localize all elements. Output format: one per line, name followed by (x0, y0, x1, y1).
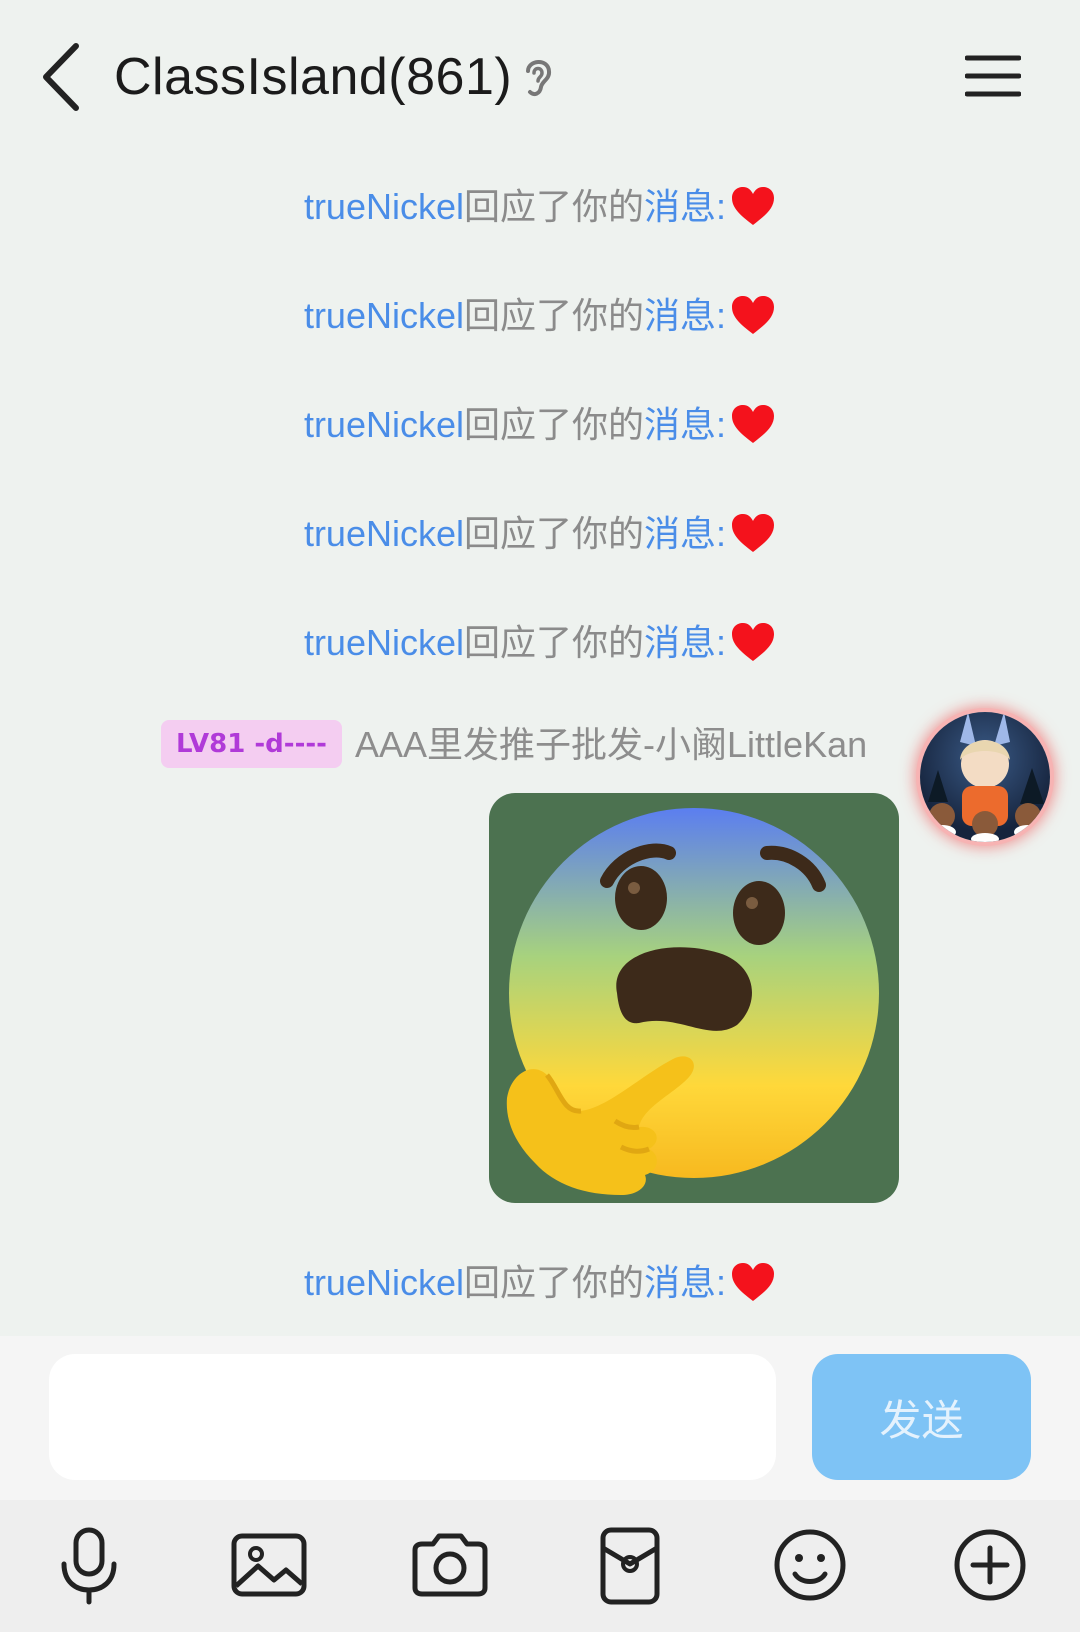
voice-button[interactable] (44, 1520, 134, 1610)
red-heart-icon (732, 1263, 775, 1301)
notice-colon: : (716, 1262, 727, 1303)
red-packet-button[interactable] (585, 1520, 675, 1610)
reaction-notice: trueNickel回应了你的消息: (0, 182, 1080, 232)
notice-colon: : (716, 404, 727, 445)
notice-text: 回应了你的 (464, 622, 645, 663)
notice-message-link[interactable]: 消息 (644, 186, 716, 227)
avatar[interactable] (920, 712, 1050, 842)
reaction-notice: trueNickel回应了你的消息: (0, 291, 1080, 341)
notice-message-link[interactable]: 消息 (644, 622, 716, 663)
chevron-left-icon[interactable] (38, 40, 88, 114)
notice-colon: : (716, 513, 727, 554)
notice-user-link[interactable]: trueNickel (304, 404, 464, 445)
more-button[interactable] (945, 1520, 1035, 1610)
notice-text: 回应了你的 (464, 513, 645, 554)
sender-name[interactable]: AAA里发推子批发-小阚LittleKan (355, 718, 867, 772)
notice-user-link[interactable]: trueNickel (304, 1262, 464, 1303)
reaction-notice: trueNickel回应了你的消息: (0, 618, 1080, 668)
notice-colon: : (716, 622, 727, 663)
message-composer: 发送 (0, 1336, 1080, 1500)
notice-text: 回应了你的 (464, 295, 645, 336)
thinking-fearful-face-sticker (506, 808, 879, 1195)
sender-info: LV81 -d---- AAA里发推子批发-小阚LittleKan (0, 718, 1080, 772)
image-icon (231, 1533, 307, 1597)
plus-circle-icon (954, 1529, 1026, 1601)
notice-message-link[interactable]: 消息 (644, 513, 716, 554)
notice-message-link[interactable]: 消息 (644, 404, 716, 445)
notice-text: 回应了你的 (464, 1262, 645, 1303)
hamburger-menu-icon[interactable] (965, 52, 1021, 100)
red-packet-icon (600, 1527, 660, 1605)
image-button[interactable] (224, 1520, 314, 1610)
chat-header: ClassIsland(861) (0, 0, 1080, 150)
red-heart-icon (732, 623, 775, 661)
notice-message-link[interactable]: 消息 (644, 295, 716, 336)
red-heart-icon (732, 405, 775, 443)
notice-user-link[interactable]: trueNickel (304, 513, 464, 554)
emoji-icon (774, 1529, 846, 1601)
chat-title[interactable]: ClassIsland(861) (114, 40, 512, 114)
notice-user-link[interactable]: trueNickel (304, 622, 464, 663)
sticker-message[interactable] (489, 793, 899, 1203)
red-heart-icon (732, 187, 775, 225)
notice-colon: : (716, 295, 727, 336)
ear-icon[interactable] (520, 54, 556, 100)
microphone-icon (61, 1527, 117, 1605)
notice-colon: : (716, 186, 727, 227)
camera-button[interactable] (405, 1520, 495, 1610)
send-button[interactable]: 发送 (812, 1354, 1031, 1480)
reaction-notice: trueNickel回应了你的消息: (0, 1258, 1080, 1308)
avatar-image (928, 712, 1044, 842)
notice-message-link[interactable]: 消息 (644, 1262, 716, 1303)
message-input[interactable] (49, 1354, 776, 1480)
camera-icon (412, 1533, 488, 1597)
input-toolbar (0, 1500, 1080, 1632)
notice-text: 回应了你的 (464, 404, 645, 445)
red-heart-icon (732, 296, 775, 334)
emoji-button[interactable] (765, 1520, 855, 1610)
reaction-notice: trueNickel回应了你的消息: (0, 509, 1080, 559)
notice-text: 回应了你的 (464, 186, 645, 227)
notice-user-link[interactable]: trueNickel (304, 186, 464, 227)
red-heart-icon (732, 514, 775, 552)
level-badge[interactable]: LV81 -d---- (161, 720, 342, 768)
reaction-notice: trueNickel回应了你的消息: (0, 400, 1080, 450)
notice-user-link[interactable]: trueNickel (304, 295, 464, 336)
